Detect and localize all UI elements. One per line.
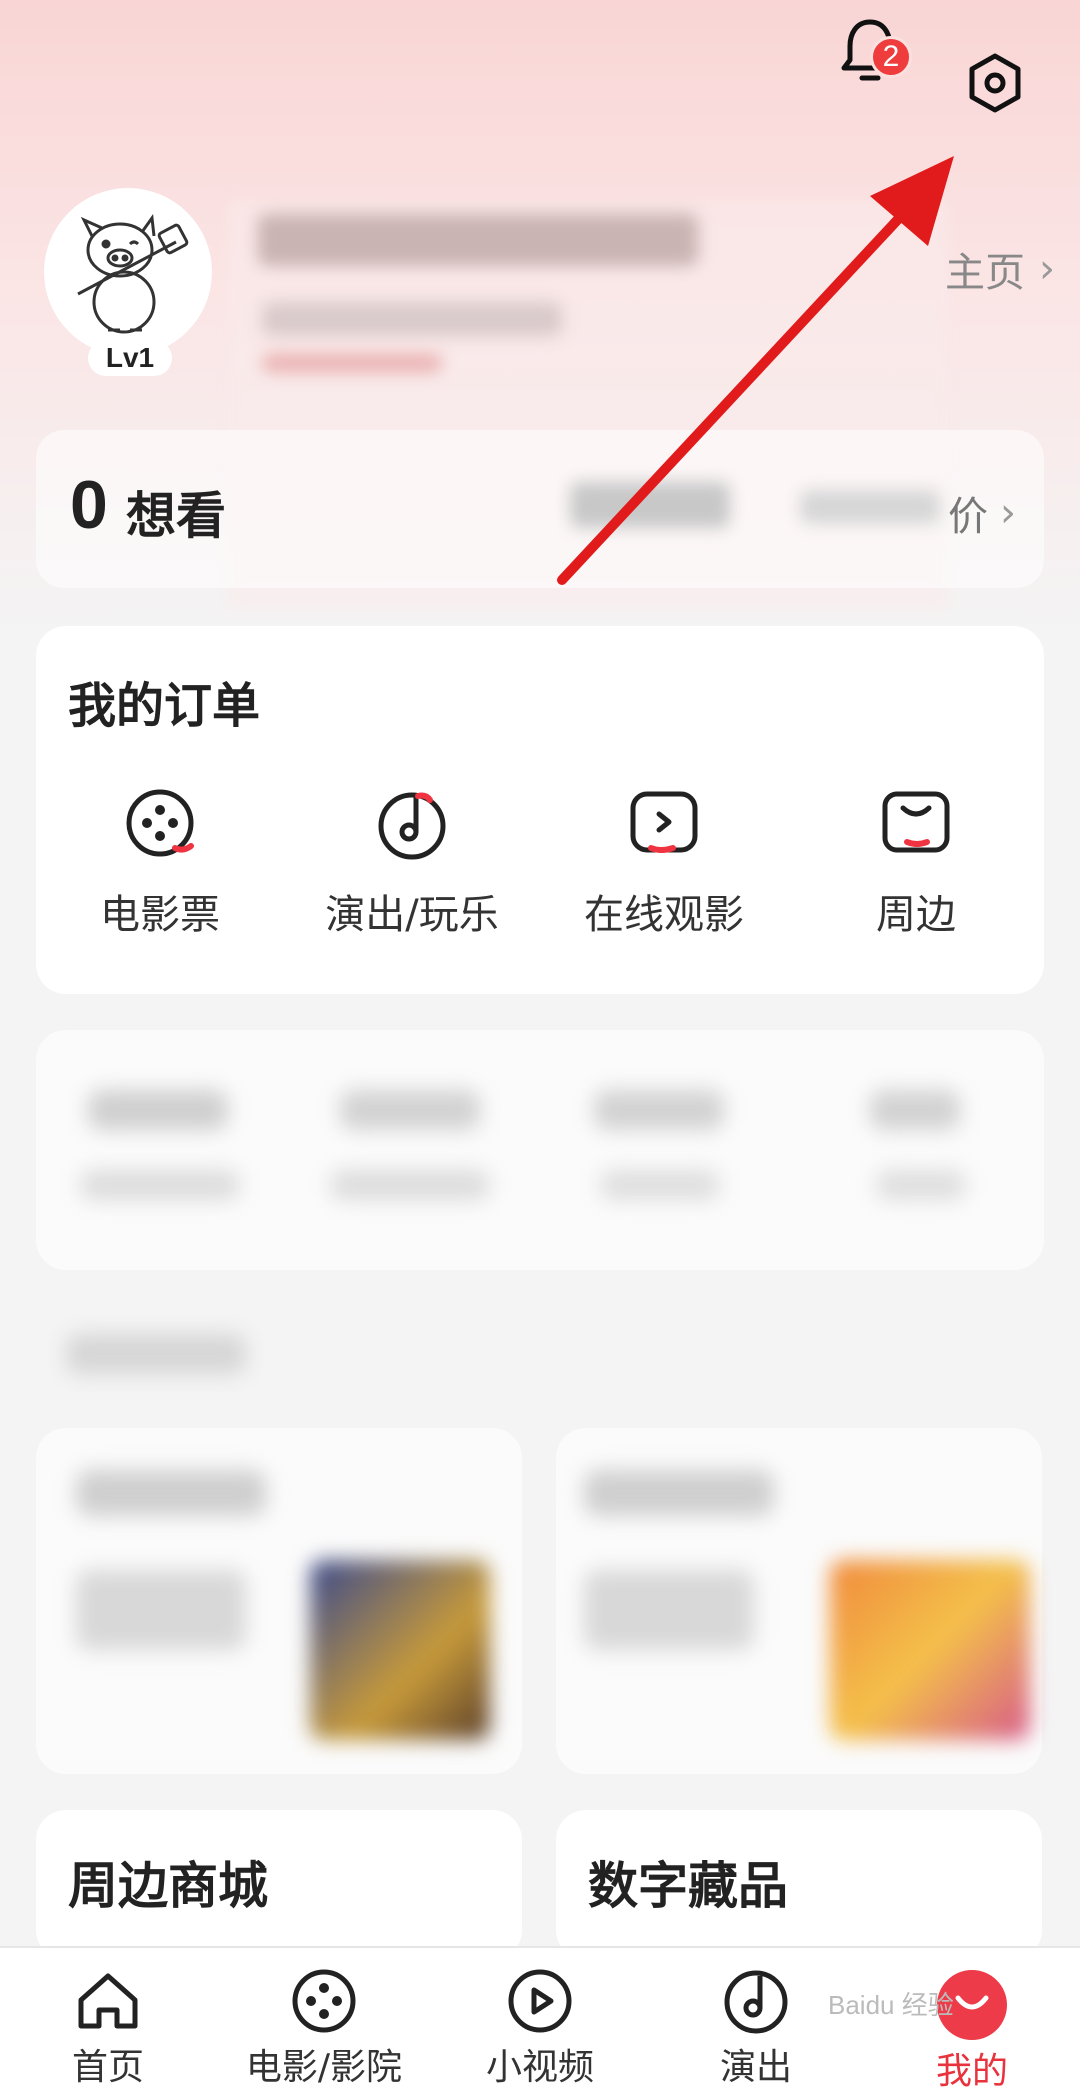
order-label: 在线观影: [584, 892, 744, 938]
tab-short-videos[interactable]: 小视频: [430, 1966, 650, 2090]
blurred-content: [340, 1090, 480, 1130]
homepage-link[interactable]: 主页 ›: [945, 240, 1055, 298]
blurred-content: [88, 1090, 228, 1130]
blurred-stat: [570, 482, 730, 528]
settings-icon[interactable]: [964, 52, 1026, 114]
order-online-viewing[interactable]: 在线观影: [544, 786, 784, 940]
tab-label: 电影/影院: [245, 2047, 403, 2088]
my-orders-card: 我的订单 电影票 演出/玩乐 在线观影 周边: [36, 626, 1044, 994]
blurred-card: [36, 1030, 1044, 1270]
chevron-right-icon: ›: [1000, 490, 1016, 536]
blurred-thumbnail: [830, 1560, 1030, 1740]
tab-label: 首页: [71, 2047, 144, 2088]
film-reel-icon: [126, 789, 194, 857]
order-shows[interactable]: 演出/玩乐: [292, 786, 532, 940]
order-label: 电影票: [100, 892, 220, 938]
blurred-thumbnail: [310, 1560, 490, 1740]
blurred-content: [876, 1170, 966, 1200]
tab-home[interactable]: 首页: [0, 1966, 218, 2090]
play-screen-icon: [630, 791, 698, 853]
tab-label: 小视频: [485, 2047, 594, 2088]
evaluation-label: 价: [948, 494, 988, 540]
order-merchandise[interactable]: 周边: [796, 786, 1036, 940]
blurred-content: [76, 1470, 266, 1516]
blurred-content: [330, 1170, 490, 1200]
blurred-content: [600, 1170, 720, 1200]
shopping-bag-icon: [882, 791, 950, 853]
blurred-content: [594, 1090, 724, 1130]
blurred-content: [76, 1570, 246, 1650]
tab-label: 演出: [719, 2047, 792, 2088]
level-badge: Lv1: [88, 340, 172, 376]
chevron-right-icon: ›: [1039, 246, 1055, 292]
blurred-user-tag: [262, 354, 442, 372]
blurred-content: [584, 1470, 774, 1516]
my-orders-title: 我的订单: [68, 678, 261, 734]
evaluation-link[interactable]: 价 ›: [948, 484, 1016, 542]
pig-mascot-icon: [77, 213, 189, 334]
blurred-content: [870, 1090, 960, 1130]
watermark: Baidu 经验: [828, 1990, 954, 2020]
tab-label: 我的: [935, 2051, 1008, 2092]
merch-mall-card[interactable]: 周边商城: [36, 1810, 522, 1960]
music-note-icon: [378, 792, 446, 860]
merch-mall-title: 周边商城: [68, 1857, 268, 1915]
want-label[interactable]: 想看: [126, 476, 226, 548]
blurred-user-meta: [262, 302, 562, 336]
want-count: 0: [70, 467, 108, 543]
user-avatar[interactable]: Lv1: [44, 188, 214, 378]
order-label: 周边: [876, 892, 956, 938]
play-circle-icon: [508, 1969, 572, 2033]
blurred-section-title: [66, 1334, 246, 1374]
homepage-link-label: 主页: [945, 250, 1025, 296]
film-reel-icon: [292, 1969, 356, 2033]
order-label: 演出/玩乐: [325, 892, 499, 938]
digital-collectibles-title: 数字藏品: [588, 1857, 788, 1915]
avatar: [44, 188, 212, 356]
home-icon: [78, 1973, 138, 2029]
blurred-username: [258, 214, 698, 266]
blurred-stat: [800, 490, 940, 524]
music-disc-icon: [724, 1970, 788, 2034]
notification-badge: 2: [870, 36, 912, 78]
blurred-content: [584, 1570, 754, 1650]
tab-movies[interactable]: 电影/影院: [214, 1966, 434, 2090]
blurred-content: [80, 1170, 240, 1200]
order-movie-tickets[interactable]: 电影票: [40, 786, 280, 940]
digital-collectibles-card[interactable]: 数字藏品: [556, 1810, 1042, 1960]
